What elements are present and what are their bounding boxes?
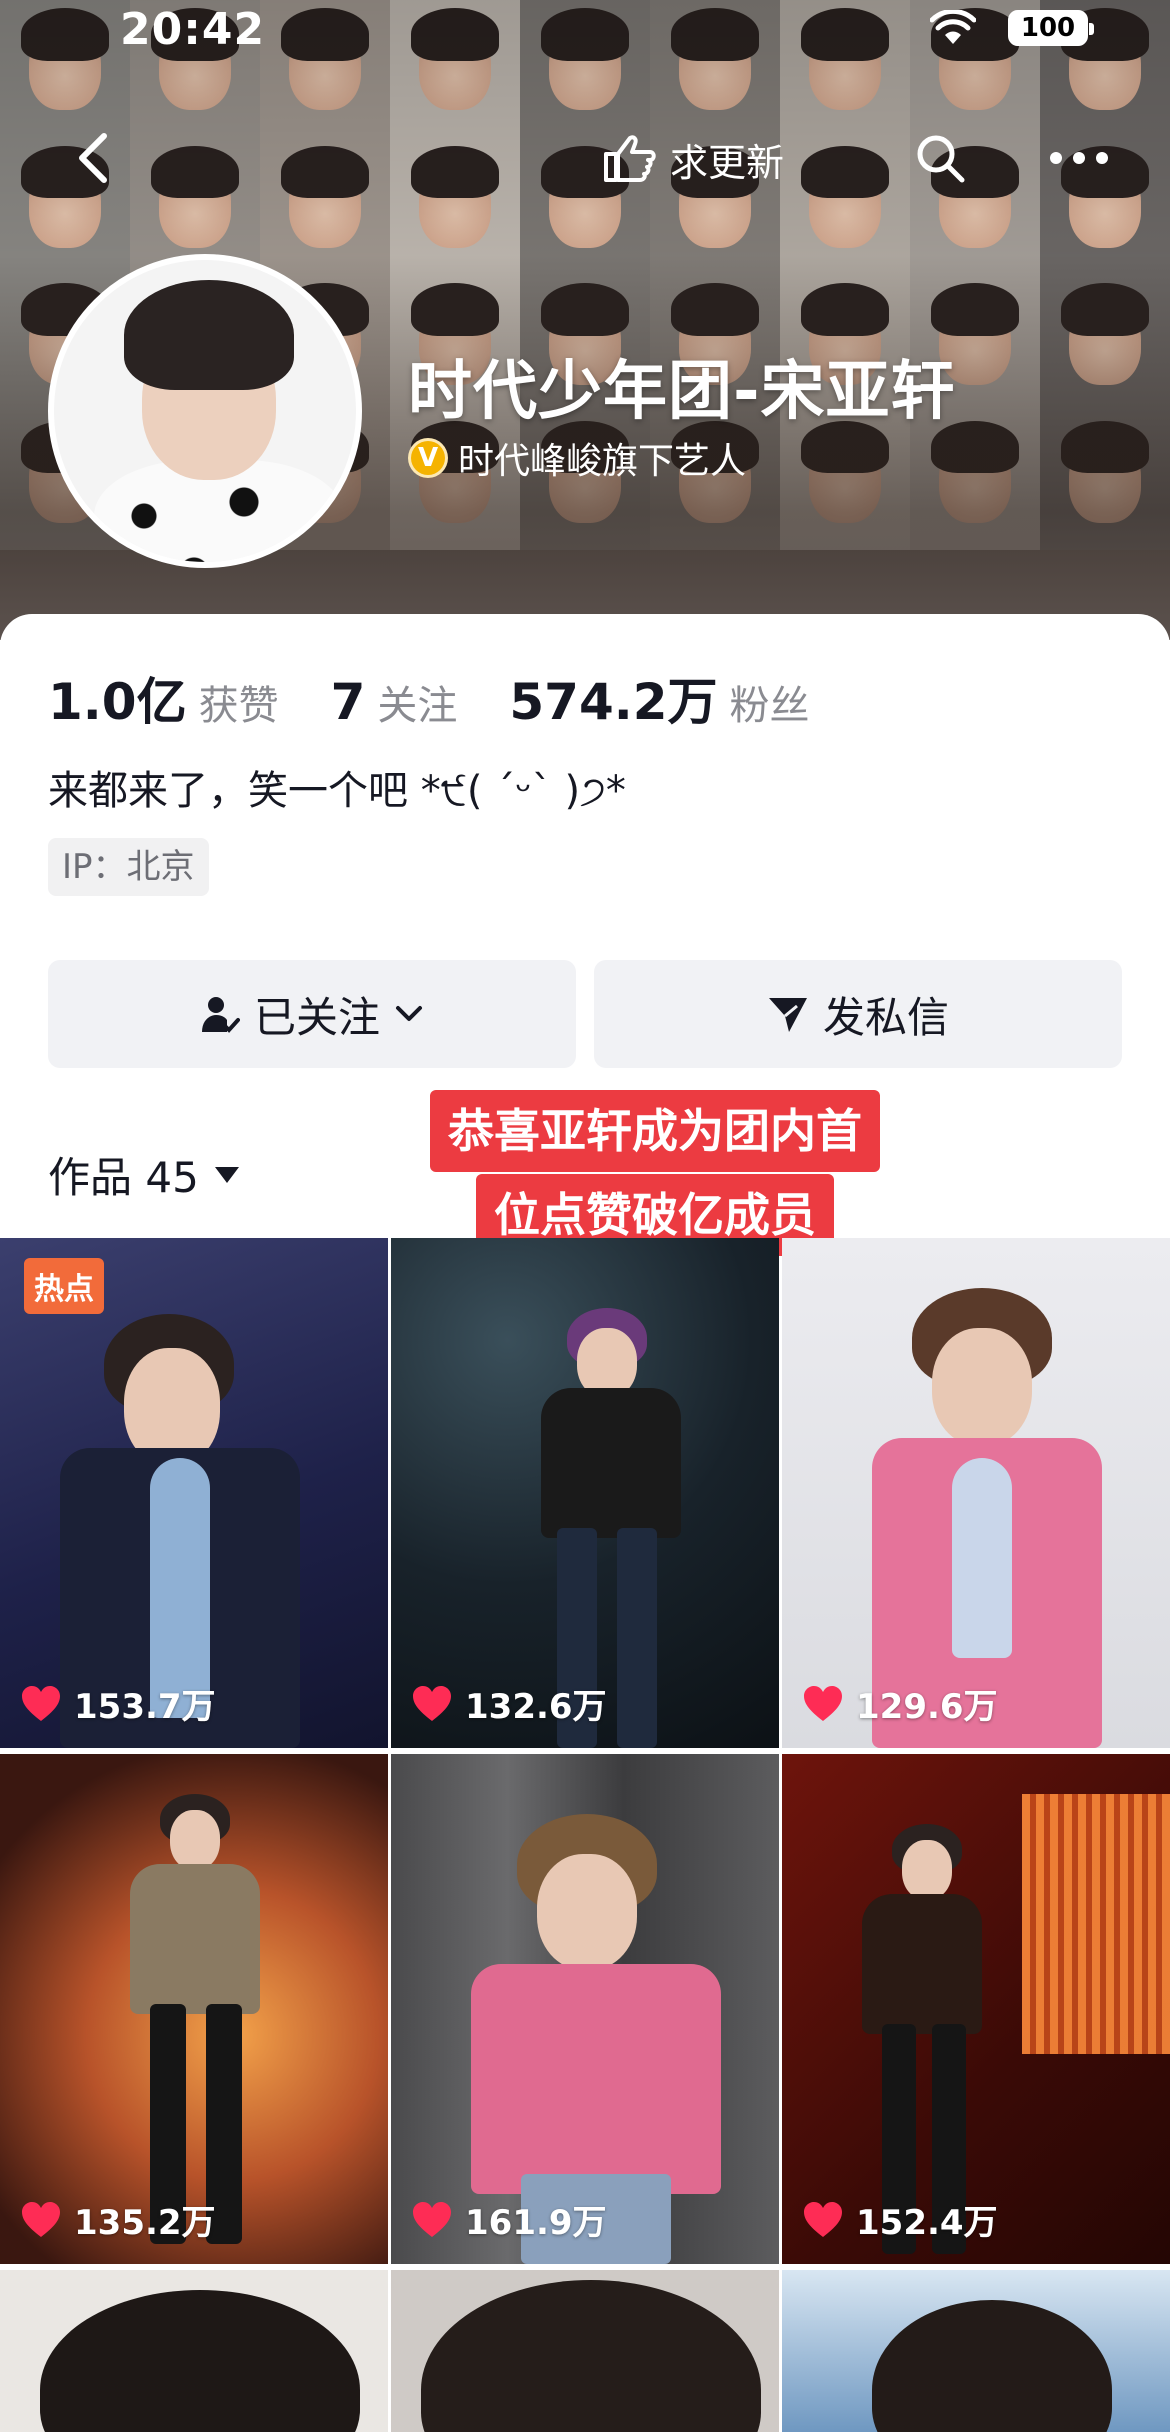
verified-label: 时代峰峻旗下艺人 — [458, 441, 747, 482]
works-tab[interactable]: 作品 45 — [48, 1144, 239, 1205]
nav-bar: 求更新 — [0, 120, 1170, 200]
likes-label: 获赞 — [198, 683, 279, 729]
followed-label: 已关注 — [253, 992, 380, 1042]
video-likes: 132.6万 — [411, 1679, 607, 1728]
send-paper-plane-icon — [768, 998, 807, 1032]
profile-page: 20:42 100 求更新 时代少年团-宋亚轩 V 时代峰峻旗下艺人 1.0亿 … — [0, 0, 1170, 2432]
video-likes: 135.2万 — [20, 2195, 216, 2244]
caption-line-1: 恭喜亚轩成为团内首 — [430, 1090, 880, 1172]
followers-label[interactable]: 粉丝 — [730, 673, 810, 731]
video-grid: 热点 153.7万 132.6万 129.6万 135.2万 161.9万 15… — [0, 1238, 1170, 2432]
following-label[interactable]: 关注 — [377, 673, 457, 731]
ip-location-tag: IP：北京 — [48, 838, 209, 896]
request-update-label: 求更新 — [670, 140, 785, 185]
avatar[interactable] — [48, 254, 362, 568]
profile-name: 时代少年团-宋亚轩 — [408, 355, 956, 429]
heart-icon — [413, 1685, 451, 1721]
user-check-icon — [201, 997, 240, 1033]
works-label: 作品 45 — [48, 1153, 199, 1202]
verification-line: V 时代峰峻旗下艺人 — [408, 432, 746, 484]
chevron-down-icon — [396, 1006, 422, 1021]
heart-icon — [413, 2201, 451, 2237]
battery-indicator: 100 — [1008, 10, 1094, 46]
video-thumbnail[interactable]: 152.4万 — [782, 1754, 1170, 2264]
followers-count[interactable]: 574.2万 — [509, 662, 717, 734]
dropdown-triangle-icon — [214, 1166, 239, 1183]
video-thumbnail[interactable] — [782, 2270, 1170, 2432]
video-thumbnail[interactable]: 161.9万 — [391, 1754, 779, 2264]
send-message-button[interactable]: 发私信 — [594, 960, 1122, 1068]
profile-stats: 1.0亿 获赞 7 关注 574.2万 粉丝 — [48, 662, 862, 734]
profile-bio: 来都来了，笑一个吧 *੯( ˊᵕˋ )੭* — [48, 768, 626, 814]
verified-badge-icon: V — [408, 438, 448, 478]
status-bar: 20:42 100 — [0, 0, 1170, 60]
status-time: 20:42 — [120, 4, 266, 55]
heart-icon — [804, 2201, 842, 2237]
followed-button[interactable]: 已关注 — [48, 960, 576, 1068]
back-arrow-icon[interactable] — [66, 128, 126, 188]
video-likes: 129.6万 — [802, 1679, 998, 1728]
send-message-label: 发私信 — [822, 992, 949, 1042]
video-likes: 161.9万 — [411, 2195, 607, 2244]
video-thumbnail[interactable]: 132.6万 — [391, 1238, 779, 1748]
video-thumbnail[interactable]: 129.6万 — [782, 1238, 1170, 1748]
video-thumbnail[interactable] — [0, 2270, 388, 2432]
heart-icon — [22, 2201, 60, 2237]
search-icon[interactable] — [912, 130, 968, 186]
likes-count: 1.0亿 — [48, 673, 187, 731]
heart-icon — [804, 1685, 842, 1721]
video-thumbnail[interactable] — [391, 2270, 779, 2432]
video-likes: 152.4万 — [802, 2195, 998, 2244]
video-thumbnail[interactable]: 135.2万 — [0, 1754, 388, 2264]
video-likes: 153.7万 — [20, 1679, 216, 1728]
following-count[interactable]: 7 — [331, 673, 366, 731]
more-options-icon[interactable] — [1044, 130, 1114, 186]
wifi-icon — [930, 10, 976, 44]
pointing-hand-icon — [604, 135, 656, 182]
heart-icon — [22, 1685, 60, 1721]
hot-badge: 热点 — [24, 1258, 104, 1314]
profile-header: 20:42 100 求更新 时代少年团-宋亚轩 V 时代峰峻旗下艺人 — [0, 0, 1170, 640]
video-thumbnail[interactable]: 热点 153.7万 — [0, 1238, 388, 1748]
request-update-button[interactable]: 求更新 — [600, 126, 830, 192]
